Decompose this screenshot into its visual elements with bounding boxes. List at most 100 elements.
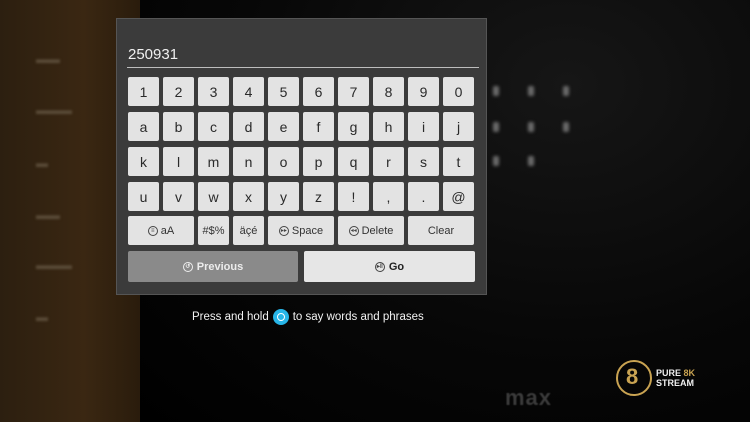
background-nav-item: ▬▬▬ [36, 258, 72, 272]
key[interactable]: 7 [338, 77, 369, 106]
key[interactable]: l [163, 147, 194, 176]
key-label: s [420, 153, 427, 170]
logo-line2: STREAM [656, 378, 694, 388]
key[interactable]: 6 [303, 77, 334, 106]
key[interactable]: z [303, 182, 334, 211]
key-label: j [456, 118, 461, 135]
key[interactable]: s [408, 147, 439, 176]
key-label: n [244, 153, 253, 170]
key[interactable]: o [268, 147, 299, 176]
logo-line1a: PURE [656, 368, 684, 378]
key-label: 7 [349, 83, 358, 100]
key-label: 6 [314, 83, 323, 100]
accents-label: äçé [239, 224, 258, 237]
key-label: w [208, 188, 219, 205]
key[interactable]: m [198, 147, 229, 176]
key[interactable]: h [373, 112, 404, 141]
voice-hint: Press and hold to say words and phrases [192, 309, 424, 325]
previous-button[interactable]: ↺ Previous [128, 251, 298, 282]
brand-logo: PURE 8K STREAM [616, 360, 695, 396]
key-label: 8 [384, 83, 393, 100]
background-key-ghost [493, 122, 499, 132]
key[interactable]: b [163, 112, 194, 141]
play-pause-button-icon: ▸‖ [374, 261, 385, 272]
menu-button-icon: ≡ [147, 225, 158, 236]
key-label: f [316, 118, 321, 135]
background-nav-item: ▬▬ [36, 52, 60, 66]
key[interactable]: a [128, 112, 159, 141]
key[interactable]: 2 [163, 77, 194, 106]
search-input[interactable]: 250931 [127, 41, 479, 68]
case-toggle-key[interactable]: ≡ aA [128, 216, 194, 245]
back-button-icon: ↺ [182, 261, 193, 272]
key-label: 0 [454, 83, 463, 100]
symbols-label: #$% [202, 224, 225, 237]
key-label: r [386, 153, 391, 170]
key[interactable]: j [443, 112, 474, 141]
key-label: p [314, 153, 323, 170]
symbols-key[interactable]: #$% [198, 216, 229, 245]
key[interactable]: y [268, 182, 299, 211]
space-label: Space [291, 224, 324, 237]
key[interactable]: ! [338, 182, 369, 211]
space-key[interactable]: ▸▸ Space [268, 216, 334, 245]
key[interactable]: @ [443, 182, 474, 211]
key-label: q [349, 153, 358, 170]
key-label: . [421, 188, 426, 205]
key[interactable]: 3 [198, 77, 229, 106]
key[interactable]: , [373, 182, 404, 211]
key[interactable]: 4 [233, 77, 264, 106]
key[interactable]: q [338, 147, 369, 176]
delete-key[interactable]: ◂◂ Delete [338, 216, 404, 245]
key[interactable]: g [338, 112, 369, 141]
key[interactable]: v [163, 182, 194, 211]
key[interactable]: 0 [443, 77, 474, 106]
key[interactable]: c [198, 112, 229, 141]
keyboard-panel: 250931 1 2 3 4 5 6 7 8 9 0 a b c d e f g h i j k l m n o p q r s t u v w… [116, 18, 487, 295]
key[interactable]: . [408, 182, 439, 211]
key-label: d [244, 118, 253, 135]
key[interactable]: p [303, 147, 334, 176]
key-label: c [210, 118, 217, 135]
background-key-ghost [528, 156, 534, 166]
go-label: Go [388, 260, 405, 273]
go-button[interactable]: ▸‖ Go [304, 251, 475, 282]
key[interactable]: 5 [268, 77, 299, 106]
key[interactable]: k [128, 147, 159, 176]
fast-forward-button-icon: ▸▸ [278, 225, 289, 236]
key[interactable]: 1 [128, 77, 159, 106]
background-key-ghost [528, 86, 534, 96]
key-label: x [245, 188, 252, 205]
background-key-ghost [563, 86, 569, 96]
search-input-text: 250931 [128, 46, 179, 63]
key[interactable]: 9 [408, 77, 439, 106]
background-watermark: max [505, 385, 553, 410]
key-label: , [386, 188, 391, 205]
key-label: i [421, 118, 426, 135]
key-label: b [174, 118, 183, 135]
key[interactable]: r [373, 147, 404, 176]
background-nav-item: ▬▬▬ [36, 103, 72, 117]
clear-key[interactable]: Clear [408, 216, 474, 245]
voice-hint-after: to say words and phrases [292, 311, 424, 323]
key-label: y [280, 188, 287, 205]
key[interactable]: f [303, 112, 334, 141]
key[interactable]: t [443, 147, 474, 176]
alexa-voice-icon [272, 309, 289, 325]
key[interactable]: u [128, 182, 159, 211]
key-label: 5 [279, 83, 288, 100]
key[interactable]: 8 [373, 77, 404, 106]
key[interactable]: i [408, 112, 439, 141]
key-label: u [139, 188, 148, 205]
rewind-button-icon: ◂◂ [348, 225, 359, 236]
key-label: 9 [419, 83, 428, 100]
key[interactable]: d [233, 112, 264, 141]
key[interactable]: e [268, 112, 299, 141]
key[interactable]: n [233, 147, 264, 176]
logo-emblem-icon [616, 360, 652, 396]
key-label: v [175, 188, 182, 205]
key[interactable]: x [233, 182, 264, 211]
accents-key[interactable]: äçé [233, 216, 264, 245]
key-label: 4 [244, 83, 253, 100]
key[interactable]: w [198, 182, 229, 211]
